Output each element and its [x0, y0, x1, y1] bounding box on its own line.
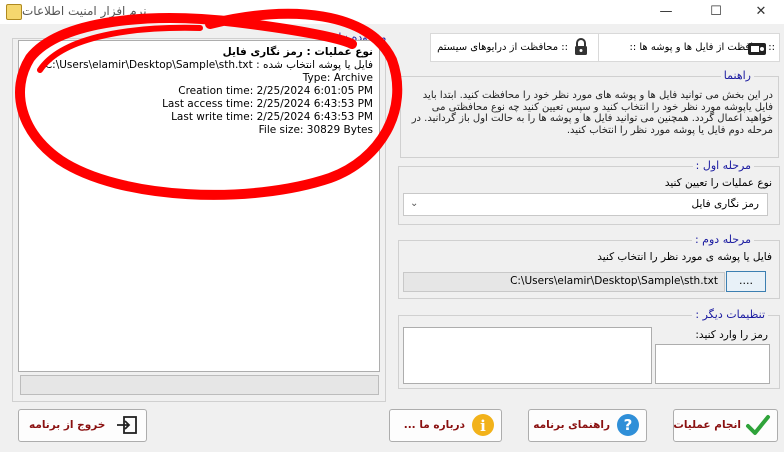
vault-icon: [747, 40, 767, 55]
tab-files-protection[interactable]: :: محافظت از فایل ها و پوشه ها ::: [598, 33, 780, 62]
tab-drives-label: :: محافظت از درایوهای سیستم: [437, 42, 568, 53]
step2-legend: مرحله دوم :: [691, 233, 754, 246]
password-input[interactable]: [403, 327, 652, 384]
question-icon: ?: [616, 413, 640, 440]
chevron-down-icon: ⌄: [410, 198, 419, 209]
result-line-access: Last access time: 2/25/2024 6:43:53 PM: [162, 98, 373, 110]
results-panel[interactable]: نوع عملیات : رمز نگاری فایل فایل یا پوشه…: [18, 40, 380, 372]
svg-text:i: i: [480, 417, 486, 435]
help-button-label: راهنمای برنامه: [533, 419, 610, 431]
help-text: در این بخش می توانید فایل ها و پوشه های …: [411, 90, 773, 136]
result-line-size: File size: 30829 Bytes: [258, 124, 373, 136]
operation-select-value: رمز نگاری فایل: [691, 198, 759, 210]
exit-label: خروج از برنامه: [29, 419, 106, 431]
password-confirm-input[interactable]: [655, 344, 770, 384]
other-settings-legend: تنظیمات دیگر :: [692, 308, 768, 321]
maximize-button[interactable]: ☐: [693, 0, 739, 24]
exit-button[interactable]: خروج از برنامه: [18, 409, 147, 442]
padlock-icon: [572, 38, 590, 56]
step1-legend: مرحله اول :: [692, 159, 754, 172]
execute-button[interactable]: انجام عملیات: [673, 409, 778, 442]
execute-label: انجام عملیات: [673, 419, 741, 431]
operation-type-label: نوع عملیات را تعیین کنید: [664, 177, 772, 189]
help-button[interactable]: راهنمای برنامه ?: [528, 409, 647, 442]
about-label: درباره ما ...: [403, 419, 465, 431]
checkmark-icon: [745, 413, 771, 440]
minimize-button[interactable]: —: [643, 0, 689, 24]
exit-icon: [116, 415, 138, 438]
close-button[interactable]: ✕: [738, 0, 784, 24]
info-icon: i: [471, 413, 495, 440]
result-line-type: Type: Archive: [302, 72, 373, 84]
browse-button[interactable]: ....: [726, 271, 766, 292]
operation-select[interactable]: رمز نگاری فایل ⌄: [403, 193, 768, 216]
password-label: رمز را وارد کنید:: [695, 329, 768, 341]
tab-drives-protection[interactable]: :: محافظت از درایوهای سیستم: [430, 33, 599, 62]
window-title: نرم افزار امنیت اطلاعات: [22, 4, 147, 18]
about-button[interactable]: درباره ما ... i: [389, 409, 502, 442]
result-line-creation: Creation time: 2/25/2024 6:01:05 PM: [178, 85, 373, 97]
file-path-value: C:\Users\elamir\Desktop\Sample\sth.txt: [510, 275, 718, 287]
help-legend: راهنما: [720, 69, 754, 82]
result-line-selected: فایل یا پوشه انتخاب شده : C:\Users\elami…: [44, 59, 373, 71]
file-path-field[interactable]: C:\Users\elamir\Desktop\Sample\sth.txt: [403, 272, 725, 292]
svg-text:?: ?: [624, 416, 633, 434]
file-select-label: فایل یا پوشه ی مورد نظر را انتخاب کنید: [597, 251, 772, 263]
result-line-operation: نوع عملیات : رمز نگاری فایل: [222, 46, 373, 58]
result-line-write: Last write time: 2/25/2024 6:43:53 PM: [171, 111, 373, 123]
progress-bar: [20, 375, 379, 395]
title-bar: نرم افزار امنیت اطلاعات — ☐ ✕: [0, 0, 784, 24]
app-icon: [6, 4, 22, 20]
